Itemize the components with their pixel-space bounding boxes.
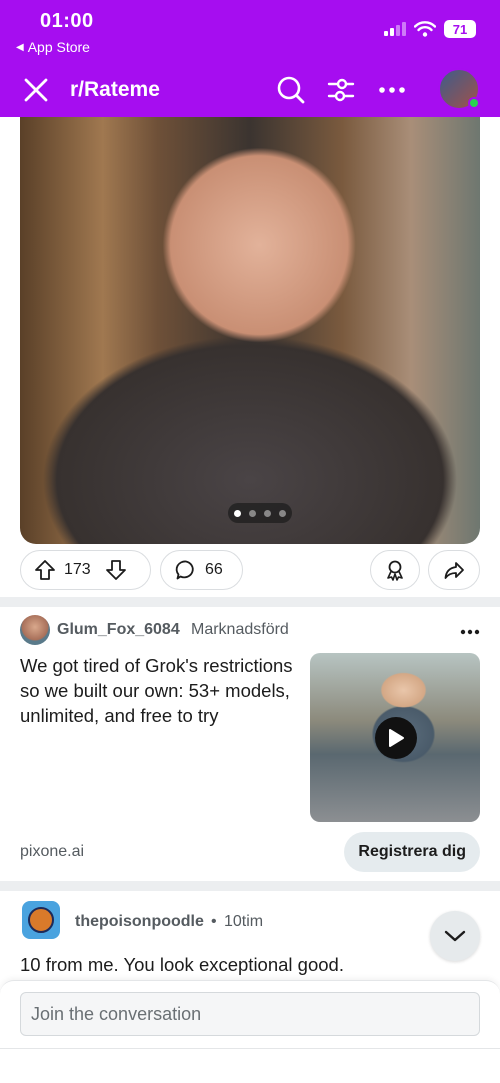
back-to-app-store[interactable]: ◀ App Store xyxy=(16,39,90,55)
battery-indicator: 71 xyxy=(444,20,476,38)
subreddit-header: r/Rateme xyxy=(0,66,500,114)
online-status-dot xyxy=(468,97,480,109)
post-image[interactable] xyxy=(20,117,480,544)
chevron-down-icon xyxy=(444,930,466,942)
share-arrow-icon xyxy=(444,562,464,579)
comment-item: thepoisonpoodle • 10tim 10 from me. You … xyxy=(0,891,500,981)
user-avatar[interactable] xyxy=(438,68,480,110)
award-button[interactable] xyxy=(370,550,420,590)
comment-text: 10 from me. You look exceptional good. xyxy=(20,954,344,975)
subreddit-title[interactable]: r/Rateme xyxy=(70,78,160,102)
carousel-dot xyxy=(249,509,256,517)
carousel-indicator xyxy=(228,503,292,523)
vote-control: 173 xyxy=(20,550,151,590)
status-icons: 71 xyxy=(384,20,476,38)
ad-video-thumbnail[interactable] xyxy=(310,653,480,822)
feed-separator xyxy=(0,597,500,607)
join-conversation-input[interactable] xyxy=(20,992,480,1036)
more-options-button[interactable] xyxy=(376,74,408,106)
filter-button[interactable] xyxy=(325,74,357,106)
back-app-label: App Store xyxy=(27,39,90,55)
comment-bubble-icon xyxy=(175,560,194,580)
search-button[interactable] xyxy=(275,74,307,106)
ad-username[interactable]: Glum_Fox_6084 xyxy=(57,621,180,639)
upvote-count: 173 xyxy=(64,561,91,578)
promoted-label: Marknadsförd xyxy=(191,621,289,638)
commenter-avatar[interactable] xyxy=(22,901,60,939)
carousel-dot-active xyxy=(234,509,241,517)
filter-sliders-icon xyxy=(327,78,355,102)
more-dots-icon xyxy=(460,629,480,635)
play-button[interactable] xyxy=(375,717,417,759)
promoted-post[interactable]: Glum_Fox_6084 Marknadsförd We got tired … xyxy=(0,607,500,881)
comment-composer xyxy=(0,980,500,1083)
play-icon xyxy=(389,729,404,747)
wifi-icon xyxy=(414,21,436,37)
close-icon[interactable] xyxy=(22,76,50,104)
composer-divider xyxy=(0,1048,500,1049)
top-bar: 01:00 ◀ App Store 71 r/Rateme xyxy=(0,0,500,117)
comments-button[interactable]: 66 xyxy=(160,550,243,590)
upvote-icon[interactable] xyxy=(34,559,56,581)
commenter-username[interactable]: thepoisonpoodle xyxy=(75,913,204,931)
signal-icon xyxy=(384,22,406,36)
signup-cta-button[interactable]: Registrera dig xyxy=(344,832,480,872)
post-actions: 173 66 xyxy=(20,550,480,590)
back-triangle-icon: ◀ xyxy=(16,41,24,53)
ad-more-options[interactable] xyxy=(460,619,480,640)
carousel-dot xyxy=(279,509,286,517)
search-icon xyxy=(277,76,305,104)
avatar-face xyxy=(28,907,54,933)
more-dots-icon xyxy=(379,87,405,93)
status-time: 01:00 xyxy=(40,10,94,32)
downvote-icon[interactable] xyxy=(105,559,127,581)
comment-timestamp: 10tim xyxy=(224,913,264,930)
award-icon xyxy=(387,560,403,581)
ad-domain-link[interactable]: pixone.ai xyxy=(20,843,84,861)
ad-headline[interactable]: We got tired of Grok's restrictions so w… xyxy=(20,653,305,728)
share-button[interactable] xyxy=(428,550,480,590)
comment-count: 66 xyxy=(205,561,223,578)
ad-user-avatar[interactable] xyxy=(20,615,50,645)
carousel-dot xyxy=(264,509,271,517)
meta-separator: • xyxy=(211,913,217,930)
jump-to-next-button[interactable] xyxy=(430,911,480,961)
feed-separator xyxy=(0,881,500,891)
